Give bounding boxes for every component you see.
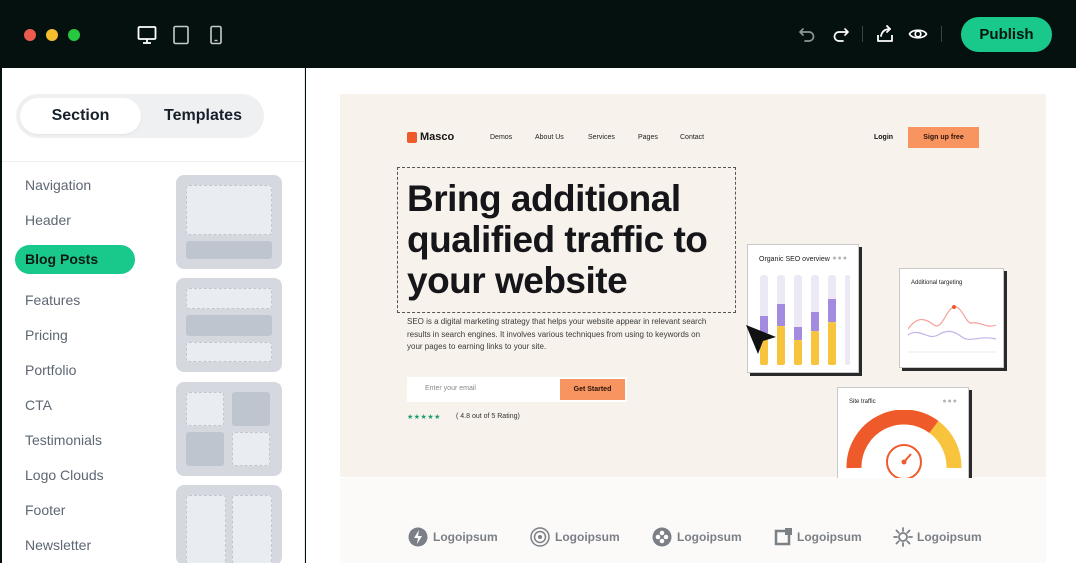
- sidebar-item-navigation[interactable]: Navigation: [25, 177, 91, 193]
- preview-nav-contact[interactable]: Contact: [680, 134, 704, 141]
- thumbnail-block: [186, 241, 272, 259]
- preview-signup-button[interactable]: Sign up free: [908, 127, 979, 148]
- preview-nav-services[interactable]: Services: [588, 134, 615, 141]
- logoipsum-bolt-icon: [408, 527, 428, 547]
- undo-icon[interactable]: [797, 24, 817, 44]
- logoipsum-sun-icon: [893, 527, 913, 547]
- sidebar-item-footer[interactable]: Footer: [25, 502, 65, 518]
- sidebar-item-features[interactable]: Features: [25, 292, 80, 308]
- logo-text: Logoipsum: [797, 530, 862, 544]
- preview-nav-pages[interactable]: Pages: [638, 134, 658, 141]
- email-input[interactable]: Enter your email: [425, 385, 476, 392]
- sidebar-divider: [2, 161, 305, 162]
- layout-thumbnail[interactable]: [176, 175, 282, 269]
- sidebar-item-blog-posts[interactable]: Blog Posts: [15, 245, 135, 274]
- sidebar-item-testimonials[interactable]: Testimonials: [25, 432, 102, 448]
- tab-templates[interactable]: Templates: [144, 98, 262, 134]
- targeting-card[interactable]: Additional targeting: [899, 268, 1004, 368]
- more-icon: ●●●: [832, 255, 848, 262]
- thumbnail-block: [186, 392, 224, 426]
- thumbnail-block: [186, 495, 226, 563]
- preview-icon[interactable]: [908, 24, 928, 44]
- toolbar-divider: [862, 26, 863, 42]
- redo-icon[interactable]: [831, 24, 851, 44]
- card-title: Organic SEO overview: [759, 256, 830, 263]
- page-canvas: Masco Demos About Us Services Pages Cont…: [306, 68, 1076, 563]
- tab-section[interactable]: Section: [20, 98, 141, 134]
- window-minimize-dot[interactable]: [46, 29, 58, 41]
- publish-button[interactable]: Publish: [961, 17, 1052, 52]
- sidebar-item-cta[interactable]: CTA: [25, 397, 52, 413]
- section-templates-toggle: Section Templates: [16, 94, 264, 138]
- logo-text: Logoipsum: [555, 530, 620, 544]
- layout-thumbnail[interactable]: [176, 382, 282, 476]
- site-traffic-card[interactable]: Site traffic ●●●: [837, 387, 969, 490]
- layout-thumbnail[interactable]: [176, 485, 282, 563]
- window-close-dot[interactable]: [24, 29, 36, 41]
- thumbnail-block: [186, 288, 272, 309]
- sidebar-item-pricing[interactable]: Pricing: [25, 327, 68, 343]
- sidebar-item-header[interactable]: Header: [25, 212, 71, 228]
- card-title: Additional targeting: [911, 280, 963, 286]
- layout-thumbnail[interactable]: [176, 278, 282, 372]
- brand-name[interactable]: Masco: [420, 131, 454, 143]
- thumbnail-block: [232, 495, 272, 563]
- sidebar-item-newsletter[interactable]: Newsletter: [25, 537, 91, 553]
- desktop-icon[interactable]: [137, 25, 157, 45]
- section-sidebar: Section Templates Navigation Header Blog…: [2, 68, 305, 563]
- hero-headline[interactable]: Bring additional qualified traffic to yo…: [407, 178, 737, 301]
- hero-section[interactable]: Masco Demos About Us Services Pages Cont…: [340, 94, 1046, 490]
- logoipsum-circle-icon: [530, 527, 550, 547]
- email-form: Enter your email Get Started: [407, 377, 627, 402]
- hero-subtext[interactable]: SEO is a digital marketing strategy that…: [407, 316, 707, 354]
- preview-nav-about[interactable]: About Us: [535, 134, 564, 141]
- window-maximize-dot[interactable]: [68, 29, 80, 41]
- logoipsum-square-icon: [774, 528, 792, 546]
- thumbnail-block: [186, 315, 272, 336]
- cursor-icon: [746, 325, 776, 354]
- thumbnail-block: [232, 392, 270, 426]
- brand-logo-icon: [407, 132, 417, 143]
- targeting-line-graphic: [908, 305, 997, 353]
- preview-login-link[interactable]: Login: [874, 134, 893, 141]
- traffic-gauge-graphic: [846, 410, 962, 480]
- logo-text: Logoipsum: [917, 530, 982, 544]
- editor-toolbar: Publish: [0, 0, 1076, 68]
- rating-text: ( 4.8 out of 5 Rating): [456, 413, 520, 420]
- preview-nav-demos[interactable]: Demos: [490, 134, 512, 141]
- mobile-icon[interactable]: [208, 25, 224, 45]
- thumbnail-block: [186, 432, 224, 466]
- thumbnail-block: [186, 185, 272, 235]
- tablet-icon[interactable]: [172, 25, 190, 45]
- card-title: Site traffic: [849, 399, 876, 405]
- sidebar-item-portfolio[interactable]: Portfolio: [25, 362, 76, 378]
- logo-text: Logoipsum: [433, 530, 498, 544]
- toolbar-divider: [941, 26, 942, 42]
- more-icon: ●●●: [942, 398, 958, 405]
- logo-text: Logoipsum: [677, 530, 742, 544]
- export-icon[interactable]: [875, 24, 895, 44]
- rating-stars: ★★★★★: [407, 414, 441, 421]
- logoipsum-flower-icon: [652, 527, 672, 547]
- logo-cloud-section[interactable]: Logoipsum Logoipsum Logoipsum Logoipsum: [340, 478, 1046, 563]
- sidebar-item-logo-clouds[interactable]: Logo Clouds: [25, 467, 104, 483]
- get-started-button[interactable]: Get Started: [560, 379, 625, 400]
- thumbnail-block: [186, 342, 272, 362]
- thumbnail-block: [232, 432, 270, 466]
